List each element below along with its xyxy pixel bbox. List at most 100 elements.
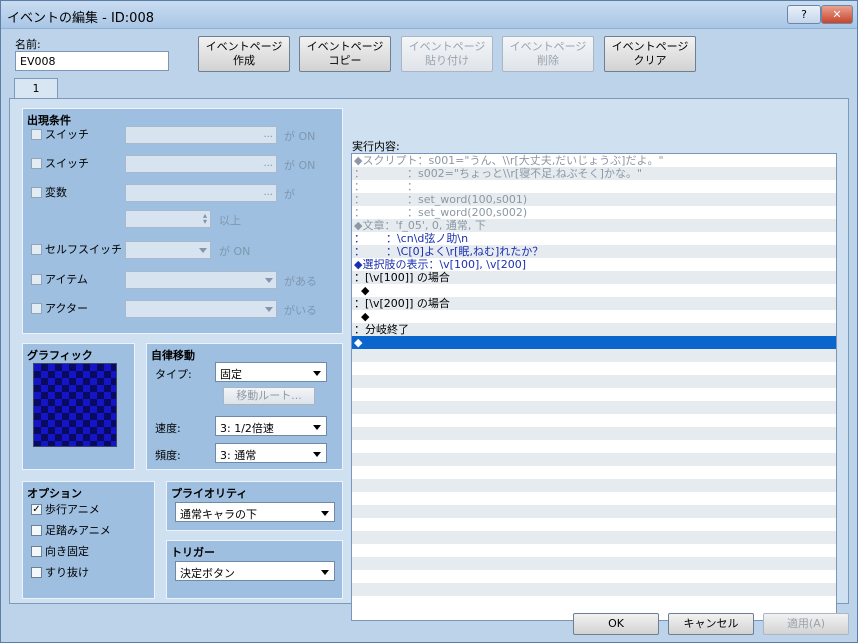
move-type-label: タイプ: bbox=[155, 368, 192, 381]
condition-switch1-label: スイッチ bbox=[45, 128, 89, 141]
frequency-value: 3: 通常 bbox=[220, 449, 257, 462]
create-page-label-2: 作成 bbox=[233, 54, 255, 67]
condition-self-switch-checkbox[interactable]: セルフスイッチ bbox=[31, 241, 122, 257]
command-row-empty[interactable] bbox=[352, 596, 836, 609]
trigger-title: トリガー bbox=[171, 546, 215, 559]
copy-page-label-2: コピー bbox=[328, 54, 362, 67]
tab-page-1[interactable]: 1 bbox=[14, 78, 58, 99]
ellipsis-icon: ... bbox=[263, 187, 273, 198]
graphic-preview[interactable] bbox=[33, 363, 117, 447]
command-row[interactable]: ◆文章：'f_05', 0, 通常, 下 bbox=[352, 219, 836, 232]
condition-self-switch-label: セルフスイッチ bbox=[45, 243, 122, 256]
condition-self-switch-select bbox=[125, 241, 211, 259]
option-walk-anim-label: 歩行アニメ bbox=[45, 503, 100, 516]
priority-select[interactable]: 通常キャラの下 bbox=[175, 502, 335, 522]
command-row[interactable]: ： ：set_word(100,s001) bbox=[352, 193, 836, 206]
condition-actor-suffix: がいる bbox=[284, 304, 317, 317]
ellipsis-icon: ... bbox=[263, 129, 273, 140]
checkbox-box bbox=[31, 186, 42, 198]
command-row[interactable]: ◆ bbox=[352, 310, 836, 323]
command-row[interactable]: ： ：set_word(200,s002) bbox=[352, 206, 836, 219]
window-title: イベントの編集 - ID:008 bbox=[7, 11, 154, 26]
condition-item-checkbox[interactable]: アイテム bbox=[31, 271, 88, 287]
command-row-empty[interactable] bbox=[352, 427, 836, 440]
condition-switch1-suffix: が ON bbox=[284, 130, 316, 143]
command-row-empty[interactable] bbox=[352, 375, 836, 388]
command-row-empty[interactable] bbox=[352, 440, 836, 453]
clear-page-label-2: クリア bbox=[633, 54, 667, 67]
apply-button[interactable]: 適用(A) bbox=[763, 613, 849, 635]
command-row-empty[interactable] bbox=[352, 505, 836, 518]
command-row-empty[interactable] bbox=[352, 401, 836, 414]
command-row-empty[interactable] bbox=[352, 492, 836, 505]
condition-switch2-field: ... bbox=[125, 155, 277, 173]
command-row-empty[interactable] bbox=[352, 531, 836, 544]
command-row-empty[interactable] bbox=[352, 557, 836, 570]
speed-label: 速度: bbox=[155, 422, 181, 435]
command-row-empty[interactable] bbox=[352, 570, 836, 583]
trigger-value: 決定ボタン bbox=[180, 567, 235, 580]
command-row-empty[interactable] bbox=[352, 453, 836, 466]
chevron-down-icon bbox=[199, 248, 207, 253]
command-row[interactable]: ： ：\C[0]よく\r[眠,ねむ]れたか？ bbox=[352, 245, 836, 258]
paste-page-button[interactable]: イベントページ 貼り付け bbox=[401, 36, 493, 72]
frequency-select[interactable]: 3: 通常 bbox=[215, 443, 327, 463]
speed-value: 3: 1/2倍速 bbox=[220, 422, 274, 435]
condition-self-switch-suffix: が ON bbox=[219, 245, 251, 258]
move-type-select[interactable]: 固定 bbox=[215, 362, 327, 382]
condition-variable-checkbox[interactable]: 変数 bbox=[31, 184, 67, 200]
condition-switch2-label: スイッチ bbox=[45, 157, 89, 170]
name-input[interactable] bbox=[15, 51, 169, 71]
cancel-button[interactable]: キャンセル bbox=[668, 613, 754, 635]
command-row[interactable]: ：[\v[100]] の場合 bbox=[352, 271, 836, 284]
command-row-empty[interactable] bbox=[352, 544, 836, 557]
condition-actor-checkbox[interactable]: アクター bbox=[31, 300, 88, 316]
command-row-empty[interactable] bbox=[352, 388, 836, 401]
trigger-select[interactable]: 決定ボタン bbox=[175, 561, 335, 581]
command-row[interactable]: ： ： bbox=[352, 180, 836, 193]
help-icon: ? bbox=[801, 8, 807, 21]
command-row-empty[interactable] bbox=[352, 518, 836, 531]
speed-select[interactable]: 3: 1/2倍速 bbox=[215, 416, 327, 436]
chevron-down-icon bbox=[321, 511, 329, 516]
command-row[interactable]: ◆ bbox=[352, 336, 836, 349]
command-row-empty[interactable] bbox=[352, 466, 836, 479]
command-row[interactable]: ◆選択肢の表示：\v[100], \v[200] bbox=[352, 258, 836, 271]
command-row[interactable]: ： ：\cn\d弦ノ助\n bbox=[352, 232, 836, 245]
option-direction-fix-checkbox[interactable]: 向き固定 bbox=[31, 543, 89, 559]
ok-button[interactable]: OK bbox=[573, 613, 659, 635]
command-row-empty[interactable] bbox=[352, 583, 836, 596]
condition-switch1-checkbox[interactable]: スイッチ bbox=[31, 126, 89, 142]
title-bar[interactable]: イベントの編集 - ID:008 ? ✕ bbox=[1, 1, 857, 29]
command-row-empty[interactable] bbox=[352, 414, 836, 427]
command-row[interactable]: ：[\v[200]] の場合 bbox=[352, 297, 836, 310]
trigger-group: トリガー 決定ボタン bbox=[166, 540, 343, 599]
checkbox-box bbox=[31, 128, 42, 140]
close-button[interactable]: ✕ bbox=[821, 5, 853, 24]
command-row[interactable]: ◆ bbox=[352, 284, 836, 297]
command-row-empty[interactable] bbox=[352, 362, 836, 375]
option-walk-anim-checkbox[interactable]: ✓ 歩行アニメ bbox=[31, 501, 100, 517]
command-row[interactable]: ： ：s002="ちょっと\\r[寝不足,ねぶそく]かな。" bbox=[352, 167, 836, 180]
autonomous-title: 自律移動 bbox=[151, 349, 195, 362]
delete-page-button[interactable]: イベントページ 削除 bbox=[502, 36, 594, 72]
create-page-button[interactable]: イベントページ 作成 bbox=[198, 36, 290, 72]
priority-value: 通常キャラの下 bbox=[180, 508, 257, 521]
command-row[interactable]: ：分岐終了 bbox=[352, 323, 836, 336]
clear-page-button[interactable]: イベントページ クリア bbox=[604, 36, 696, 72]
condition-switch2-checkbox[interactable]: スイッチ bbox=[31, 155, 89, 171]
command-row-empty[interactable] bbox=[352, 479, 836, 492]
option-through-checkbox[interactable]: すり抜け bbox=[31, 564, 89, 580]
close-icon: ✕ bbox=[832, 8, 842, 21]
command-row-empty[interactable] bbox=[352, 349, 836, 362]
help-button[interactable]: ? bbox=[787, 5, 821, 24]
option-step-anim-checkbox[interactable]: 足踏みアニメ bbox=[31, 522, 111, 538]
command-row[interactable]: ◆スクリプト：s001="うん、\\r[大丈夫,だいじょうぶ]だよ。" bbox=[352, 154, 836, 167]
checkbox-box bbox=[31, 302, 42, 314]
move-route-button[interactable]: 移動ルート... bbox=[223, 387, 315, 405]
copy-page-button[interactable]: イベントページ コピー bbox=[299, 36, 391, 72]
move-type-value: 固定 bbox=[220, 368, 242, 381]
priority-group: プライオリティ 通常キャラの下 bbox=[166, 481, 343, 531]
condition-actor-label: アクター bbox=[45, 302, 89, 315]
command-list[interactable]: ◆スクリプト：s001="うん、\\r[大丈夫,だいじょうぶ]だよ。"： ：s0… bbox=[351, 153, 837, 621]
